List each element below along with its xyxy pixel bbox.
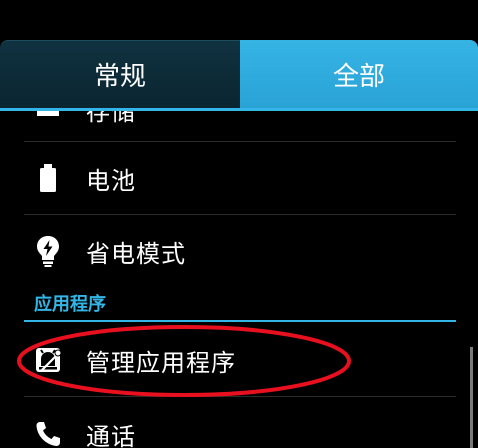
battery-icon — [32, 162, 64, 194]
battery-label: 电池 — [86, 166, 136, 195]
tab-general[interactable]: 常规 — [0, 40, 240, 108]
list-item-battery[interactable]: 电池 — [24, 142, 456, 214]
list-item-power-saving[interactable]: 省电模式 — [24, 215, 456, 287]
storage-icon — [32, 111, 64, 125]
section-rule — [24, 320, 456, 322]
power-saving-label: 省电模式 — [86, 239, 186, 268]
section-header-applications: 应用程序 — [24, 286, 456, 322]
calls-label: 通话 — [86, 422, 136, 448]
list-item-calls[interactable]: 通话 — [24, 398, 456, 448]
settings-screen: 常规 全部 存储 电池 省电模式 应用程序 管理应用程序 通话 — [0, 0, 478, 448]
list-item-manage-apps[interactable]: 管理应用程序 — [24, 324, 456, 396]
settings-list[interactable]: 存储 电池 省电模式 应用程序 管理应用程序 通话 — [0, 111, 478, 448]
list-divider — [24, 396, 456, 397]
tab-all-label: 全部 — [332, 61, 385, 92]
list-scrollbar[interactable] — [470, 347, 473, 448]
phone-icon — [32, 418, 64, 448]
settings-tab-bar: 常规 全部 — [0, 40, 478, 108]
storage-label: 存储 — [86, 111, 136, 126]
manage-apps-label: 管理应用程序 — [86, 348, 236, 377]
section-title-applications: 应用程序 — [34, 294, 106, 315]
tab-all[interactable]: 全部 — [240, 40, 478, 108]
list-item-storage[interactable]: 存储 — [24, 111, 456, 145]
lightbulb-bolt-icon — [32, 235, 64, 267]
tab-general-label: 常规 — [93, 62, 146, 92]
app-manager-icon — [32, 344, 64, 376]
